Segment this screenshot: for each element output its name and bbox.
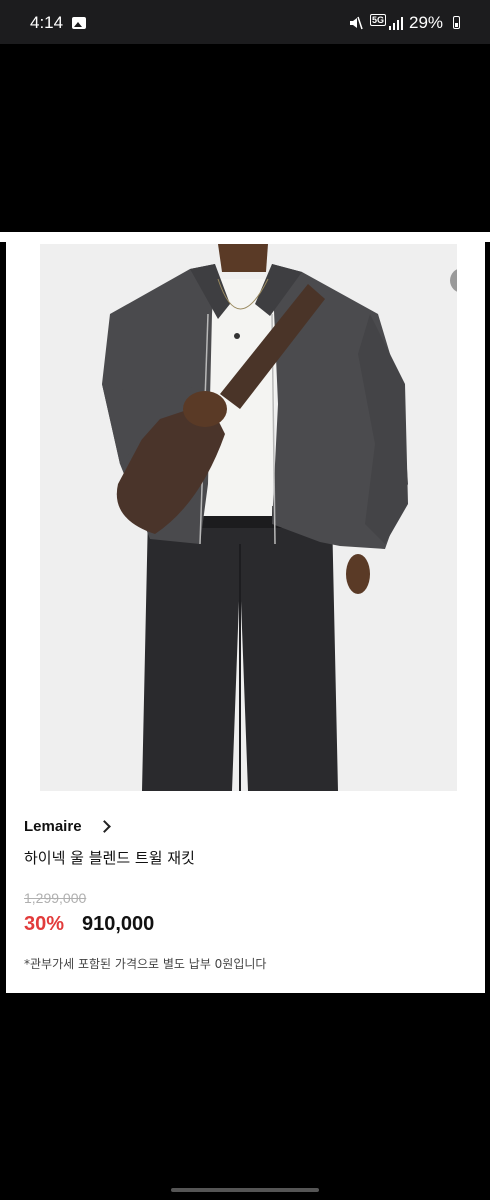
product-image[interactable]: 2 / 6 [40, 244, 457, 791]
brand-link[interactable]: Lemaire [24, 818, 82, 835]
sale-price: 910,000 [82, 913, 155, 935]
left-letterbox [0, 264, 5, 993]
top-divider [0, 232, 490, 242]
battery-icon [453, 16, 460, 29]
mute-icon [349, 16, 363, 30]
original-price: 1,299,000 [24, 890, 87, 906]
mute-icon-svg [350, 16, 363, 30]
bottom-letterbox [0, 993, 490, 1200]
chevron-right-icon[interactable] [98, 820, 111, 833]
right-letterbox [485, 264, 490, 993]
gallery-notification-icon [72, 17, 86, 29]
product-photo-illustration [40, 244, 457, 791]
home-indicator[interactable] [171, 1188, 319, 1192]
product-card[interactable]: 2 / 6 Lemaire 하이넥 울 블렌드 트윌 재킷 1,299,000 … [6, 242, 485, 993]
network-type-icon: 5G [370, 14, 387, 26]
tax-note: *관부가세 포함된 가격으로 별도 납부 0원입니다 [24, 957, 267, 971]
battery-percentage: 29% [409, 13, 444, 32]
product-name: 하이넥 울 블렌드 트윌 재킷 [24, 849, 195, 867]
status-time: 4:14 [30, 13, 64, 32]
signal-icon [389, 17, 403, 30]
status-bar: 4:14 5G 29% [0, 0, 490, 44]
top-letterbox [0, 44, 490, 232]
discount-rate: 30% [24, 913, 65, 935]
